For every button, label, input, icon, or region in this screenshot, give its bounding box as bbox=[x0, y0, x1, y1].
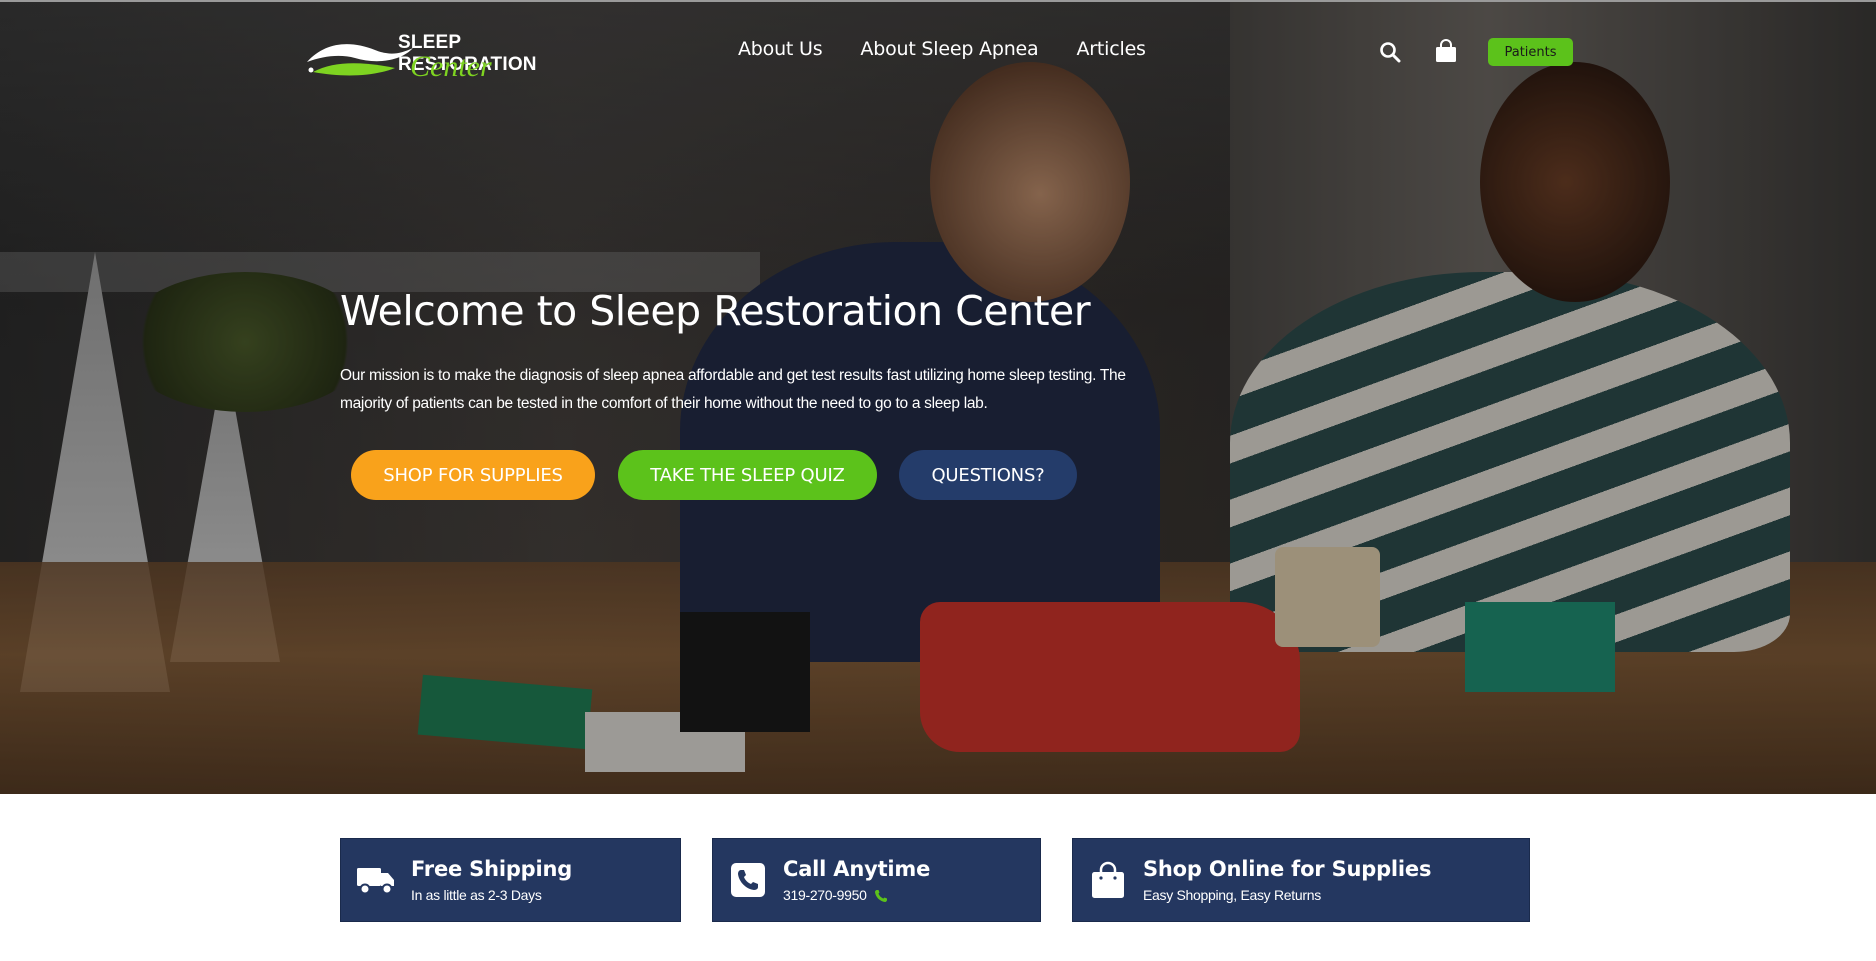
nav-about-us[interactable]: About Us bbox=[738, 38, 823, 60]
questions-button[interactable]: QUESTIONS? bbox=[899, 450, 1077, 500]
hero-description: Our mission is to make the diagnosis of … bbox=[340, 367, 1126, 412]
truck-icon bbox=[355, 859, 397, 901]
feature-call-anytime[interactable]: Call Anytime 319-270-9950 bbox=[712, 838, 1041, 922]
feature-text: Call Anytime 319-270-9950 bbox=[783, 857, 930, 903]
feature-subtitle: Easy Shopping, Easy Returns bbox=[1143, 887, 1321, 903]
feature-title: Free Shipping bbox=[411, 857, 573, 881]
nav-about-sleep-apnea[interactable]: About Sleep Apnea bbox=[860, 38, 1038, 60]
feature-subtitle: In as little as 2-3 Days bbox=[411, 887, 542, 903]
phone-number[interactable]: 319-270-9950 bbox=[783, 887, 867, 903]
shop-for-supplies-button[interactable]: SHOP FOR SUPPLIES bbox=[351, 450, 595, 500]
nav-articles[interactable]: Articles bbox=[1077, 38, 1146, 60]
feature-text: Free Shipping In as little as 2-3 Days bbox=[411, 857, 572, 903]
feature-shop-online[interactable]: Shop Online for Supplies Easy Shopping, … bbox=[1072, 838, 1530, 922]
phone-icon bbox=[727, 859, 769, 901]
search-icon[interactable] bbox=[1378, 40, 1402, 69]
feature-text: Shop Online for Supplies Easy Shopping, … bbox=[1143, 857, 1431, 903]
take-sleep-quiz-button[interactable]: TAKE THE SLEEP QUIZ bbox=[618, 450, 877, 500]
hero-title: Welcome to Sleep Restoration Center bbox=[340, 287, 1091, 335]
feature-free-shipping[interactable]: Free Shipping In as little as 2-3 Days bbox=[340, 838, 681, 922]
shopping-bag-icon bbox=[1087, 859, 1129, 901]
shopping-bag-icon[interactable] bbox=[1433, 38, 1459, 69]
feature-title: Call Anytime bbox=[783, 856, 931, 881]
patients-button[interactable]: Patients bbox=[1488, 38, 1573, 66]
logo-text-bottom: Center bbox=[410, 50, 492, 83]
phone-ring-icon bbox=[875, 890, 888, 903]
feature-subtitle: 319-270-9950 bbox=[783, 887, 930, 903]
main-nav: About Us About Sleep Apnea Articles bbox=[738, 38, 1146, 60]
site-logo[interactable]: SLEEP RESTORATION Center bbox=[305, 26, 595, 86]
feature-title: Shop Online for Supplies bbox=[1143, 857, 1432, 881]
